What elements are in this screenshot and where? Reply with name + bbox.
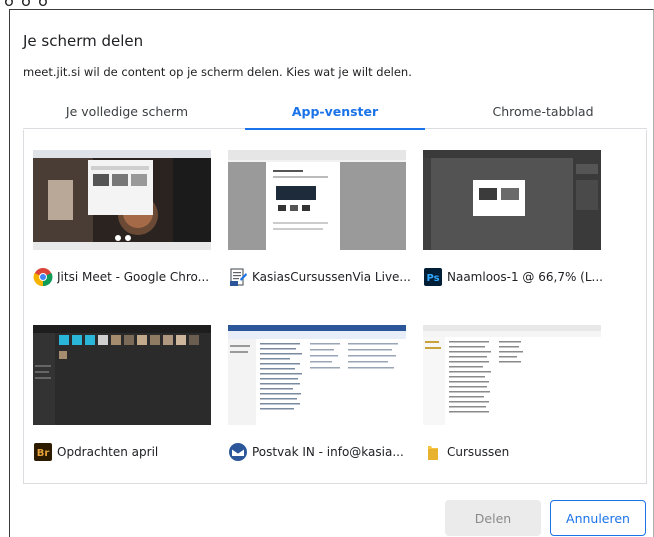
top-background-strip: ʊ ʊ ʊ (0, 0, 654, 9)
window-label-row: Postvak IN - info@kasia... (228, 441, 410, 463)
window-thumbnail (228, 325, 406, 425)
window-grid: Jitsi Meet - Google Chro... KasiasCursus… (23, 130, 647, 484)
tab-chrome-tab[interactable]: Chrome-tabblad (439, 93, 647, 129)
window-thumbnail (33, 150, 211, 250)
window-label-row: Jitsi Meet - Google Chro... (33, 266, 215, 288)
dialog-title: Je scherm delen (23, 32, 144, 50)
svg-text:Br: Br (37, 448, 50, 459)
window-label-row: Br Opdrachten april (33, 441, 215, 463)
tab-app-window[interactable]: App-venster (231, 93, 439, 130)
window-thumbnail (423, 325, 601, 425)
window-title: Postvak IN - info@kasia... (252, 445, 404, 459)
window-thumbnail (33, 325, 211, 425)
share-button[interactable]: Delen (445, 500, 541, 536)
window-option-bridge[interactable]: Br Opdrachten april (33, 313, 213, 465)
document-app-icon (230, 268, 247, 286)
window-title: Jitsi Meet - Google Chro... (57, 270, 210, 284)
window-option-jitsi[interactable]: Jitsi Meet - Google Chro... (33, 138, 213, 290)
window-option-kasias[interactable]: KasiasCursussenVia Live... (228, 138, 410, 290)
window-title: KasiasCursussenVia Live... (252, 270, 410, 284)
window-option-mail[interactable]: Postvak IN - info@kasia... (228, 313, 408, 465)
window-title: Cursussen (447, 445, 510, 459)
window-label-row: Cursussen (423, 441, 605, 463)
screen: ʊ ʊ ʊ Je scherm delen meet.jit.si wil de… (0, 0, 654, 537)
mail-app-icon (229, 443, 247, 461)
window-label-row: Ps Naamloos-1 @ 66,7% (L... (423, 266, 605, 288)
folder-icon (428, 446, 438, 460)
share-screen-dialog: Je scherm delen meet.jit.si wil de conte… (9, 9, 654, 537)
source-tabs: Je volledige scherm App-venster Chrome-t… (23, 93, 647, 130)
window-thumbnail (423, 150, 601, 250)
window-title: Naamloos-1 @ 66,7% (L... (447, 270, 603, 284)
tab-entire-screen[interactable]: Je volledige scherm (23, 93, 231, 129)
chrome-icon (33, 268, 53, 287)
window-option-folder[interactable]: Cursussen (423, 313, 603, 465)
window-option-photoshop[interactable]: Ps Naamloos-1 @ 66,7% (L... (423, 138, 603, 290)
photoshop-icon: Ps (424, 268, 442, 286)
window-thumbnail (228, 150, 406, 250)
dialog-subtitle: meet.jit.si wil de content op je scherm … (23, 65, 412, 79)
bridge-icon: Br (34, 443, 52, 461)
svg-text:Ps: Ps (426, 273, 439, 284)
partial-text-fragment: ʊ ʊ ʊ (4, 0, 49, 9)
cancel-button[interactable]: Annuleren (550, 500, 646, 536)
window-title: Opdrachten april (57, 445, 159, 459)
window-label-row: KasiasCursussenVia Live... (228, 266, 410, 288)
